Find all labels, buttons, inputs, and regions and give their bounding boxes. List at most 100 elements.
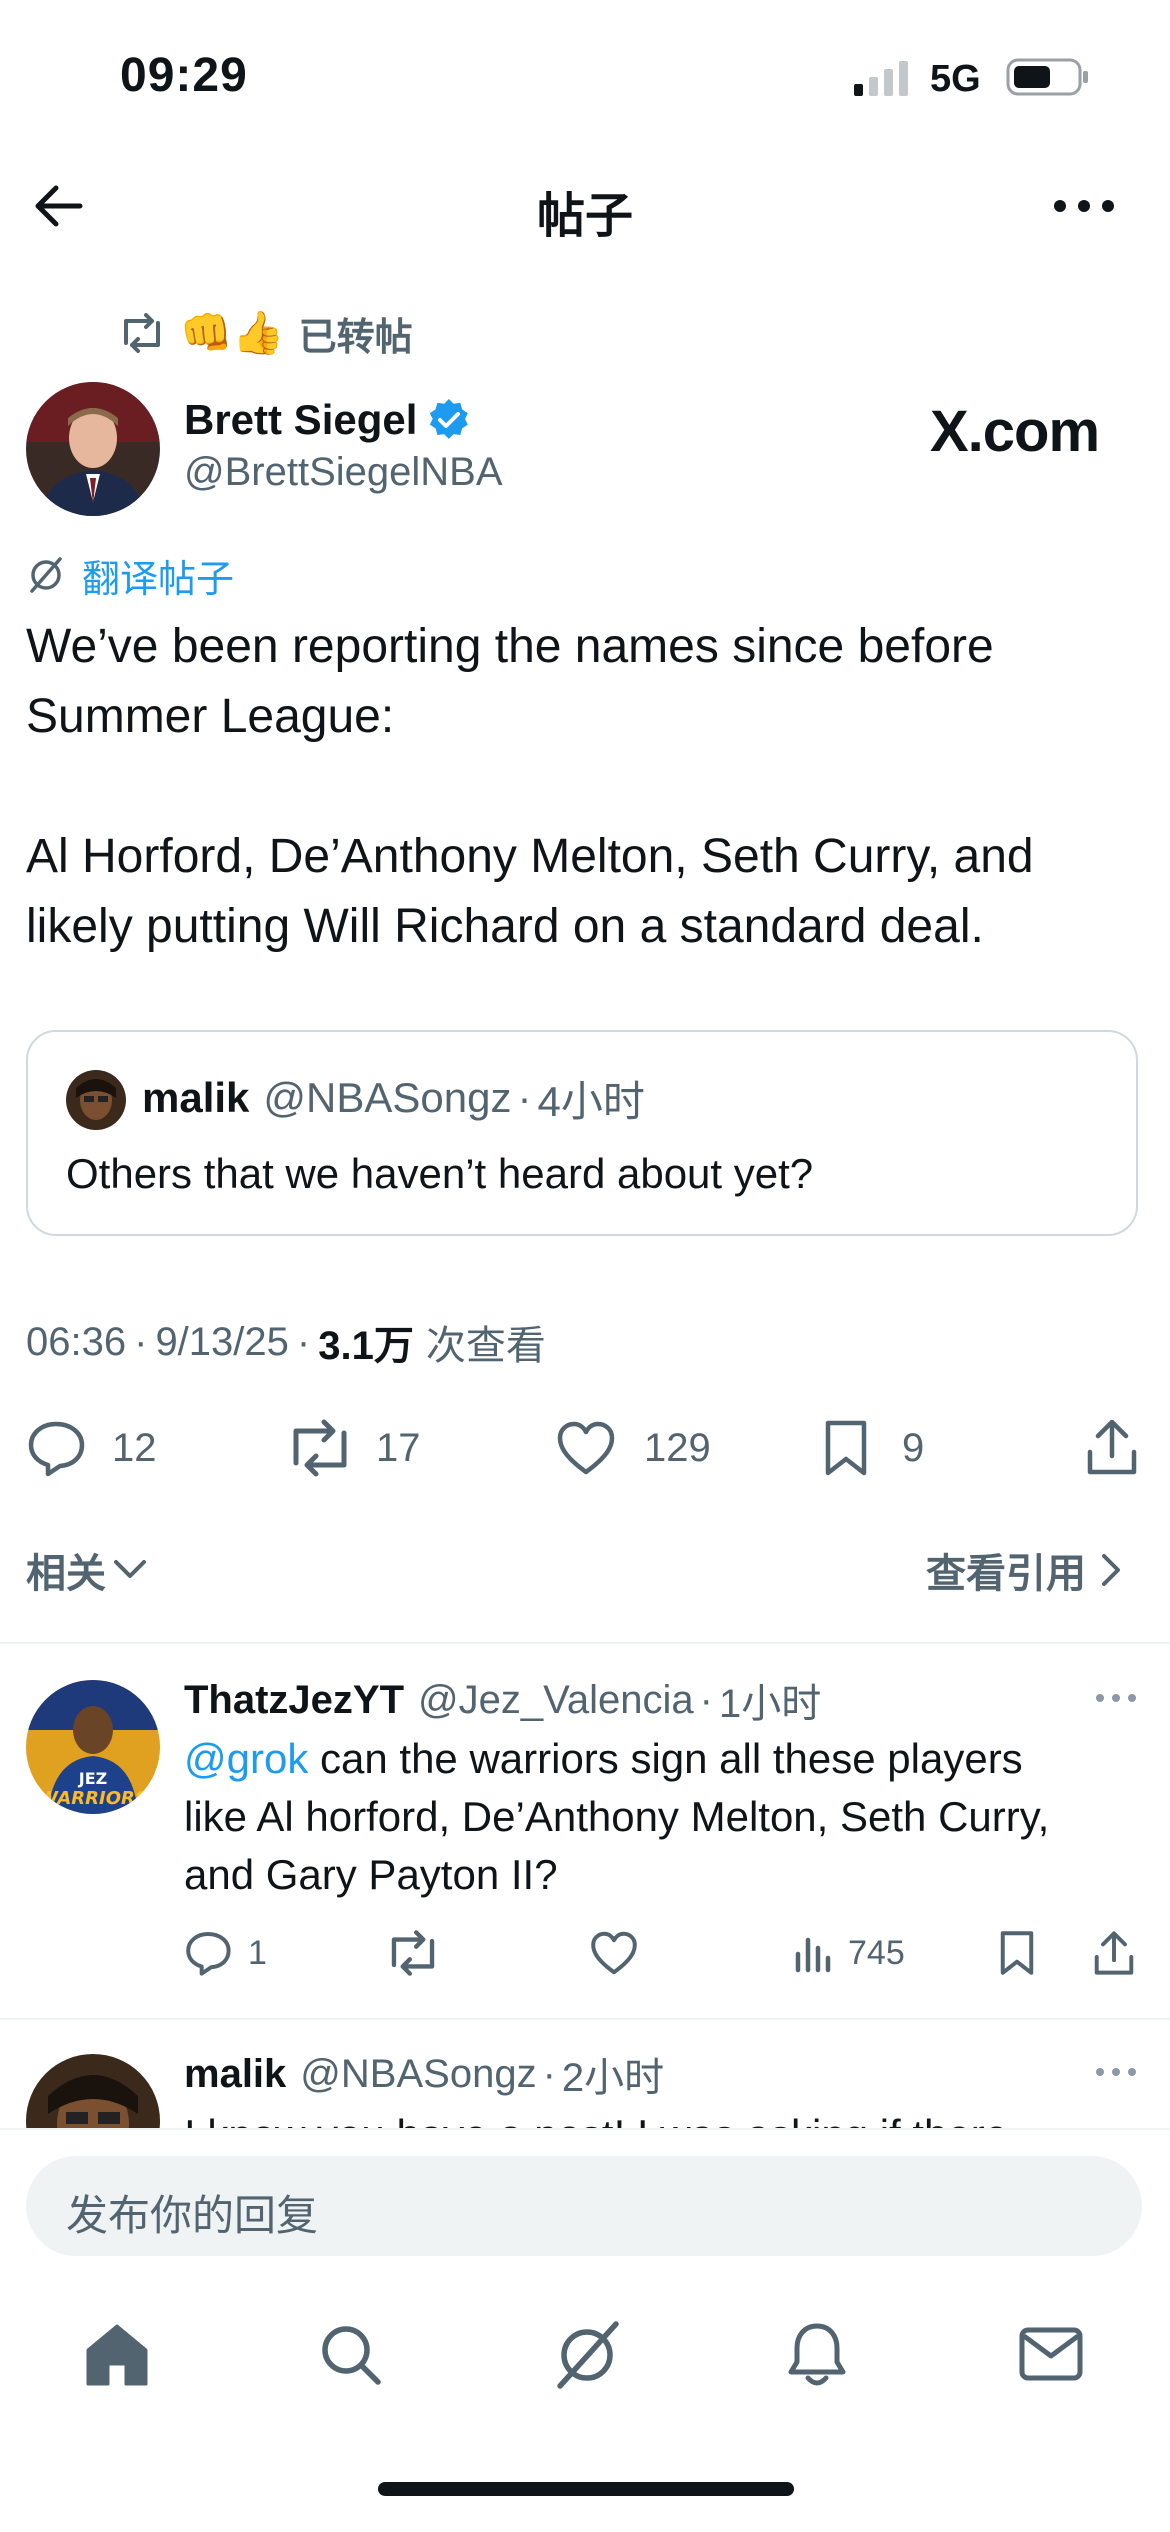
- xcom-watermark: X.com: [930, 399, 1100, 464]
- reply-author[interactable]: ThatzJezYT: [184, 1678, 404, 1723]
- reply-input-placeholder: 发布你的回复: [66, 2192, 319, 2239]
- tab-notifications[interactable]: [786, 2320, 848, 2388]
- reply-dot: ·: [542, 2051, 556, 2096]
- reply-time: 1小时: [718, 1682, 822, 1726]
- grok-icon: [557, 2321, 619, 2389]
- views-icon: [795, 1937, 831, 1973]
- quoted-header: malik @NBASongz · 4小时: [142, 1068, 645, 1128]
- author-name-row[interactable]: Brett Siegel: [184, 392, 471, 448]
- like-action[interactable]: 129: [556, 1418, 711, 1478]
- views-count: 3.1万: [318, 1324, 414, 1368]
- repost-emojis: 👊👍: [180, 308, 285, 356]
- reply-avatar[interactable]: JEZ WARRIORS: [26, 1680, 160, 1814]
- repost-action[interactable]: 17: [286, 1418, 421, 1478]
- home-indicator[interactable]: [378, 2482, 794, 2496]
- reply-view-count: 745: [848, 1933, 905, 1972]
- more-icon: [1054, 200, 1114, 212]
- repost-icon: [293, 1419, 347, 1477]
- author-name: Brett Siegel: [184, 396, 418, 443]
- post-text: We’ve been reporting the names since bef…: [26, 612, 1034, 962]
- meta-dot: ·: [134, 1319, 148, 1364]
- quoted-avatar: [66, 1070, 126, 1130]
- reply-input[interactable]: 发布你的回复: [26, 2156, 1142, 2256]
- reply-reply-action[interactable]: 1: [184, 1930, 267, 1976]
- bookmark-icon: [825, 1420, 867, 1476]
- more-icon: [1096, 1694, 1136, 1702]
- repost-context[interactable]: 👊👍 已转帖: [118, 306, 413, 360]
- reply-handle[interactable]: @Jez_Valencia: [418, 1678, 694, 1723]
- quoted-time: 4小时: [537, 1077, 645, 1125]
- svg-text:WARRIORS: WARRIORS: [38, 1788, 148, 1809]
- quoted-post-card[interactable]: malik @NBASongz · 4小时 Others that we hav…: [26, 1030, 1138, 1236]
- related-label: 相关: [26, 1552, 106, 1596]
- reply-handle[interactable]: @NBASongz: [300, 2052, 536, 2097]
- reply-text-line: @grok can the warriors sign all these pl…: [184, 1730, 1049, 1788]
- chevron-right-icon: [1102, 1554, 1120, 1586]
- reply-text-line: I know you have a post! I was asking if …: [184, 2106, 1008, 2128]
- post-text-line: Summer League:: [26, 690, 395, 743]
- related-dropdown[interactable]: 相关: [26, 1542, 148, 1598]
- reply-more-button[interactable]: [1094, 2064, 1138, 2080]
- chevron-down-icon: [114, 1560, 146, 1578]
- post-text-line: We’ve been reporting the names since bef…: [26, 620, 994, 673]
- post-meta: 06:36 · 9/13/25 · 3.1万 次查看: [26, 1314, 546, 1370]
- reply-views[interactable]: 745: [794, 1930, 905, 1976]
- quoted-handle: @NBASongz: [263, 1074, 512, 1121]
- author-avatar[interactable]: [26, 382, 160, 516]
- repost-icon: [124, 313, 160, 353]
- reply-action[interactable]: 12: [26, 1418, 157, 1478]
- svg-text:JEZ: JEZ: [78, 1769, 107, 1788]
- views-label: 次查看: [425, 1324, 546, 1368]
- meta-dot: ·: [296, 1319, 311, 1364]
- reply-bookmark-action[interactable]: [998, 1930, 1036, 1976]
- verified-icon: [430, 398, 469, 439]
- reply-text-line: and Gary Payton II?: [184, 1851, 558, 1898]
- reply-text-segment: can the warriors sign all these players: [320, 1735, 1023, 1782]
- share-icon: [1094, 1931, 1134, 1975]
- composer-bar: 发布你的回复: [0, 2128, 1170, 2268]
- quoted-dot: ·: [517, 1074, 532, 1121]
- translate-post-link[interactable]: 翻译帖子: [26, 550, 234, 601]
- post-time: 06:36: [26, 1319, 127, 1364]
- reply-like-action[interactable]: [590, 1930, 638, 1976]
- reply-dot: ·: [699, 1677, 713, 1722]
- more-options-button[interactable]: [1052, 192, 1116, 220]
- view-quotes-link[interactable]: 查看引用: [926, 1542, 1124, 1598]
- more-icon: [1096, 2068, 1136, 2076]
- reply-count: 12: [112, 1425, 157, 1470]
- author-handle[interactable]: @BrettSiegelNBA: [184, 450, 503, 495]
- tab-grok[interactable]: [552, 2320, 622, 2390]
- notifications-icon: [788, 2323, 846, 2386]
- reply-header: malik @NBASongz · 2小时: [184, 2046, 664, 2102]
- reply-more-button[interactable]: [1094, 1690, 1138, 1706]
- tab-search[interactable]: [318, 2322, 384, 2388]
- share-button[interactable]: [1084, 1418, 1140, 1476]
- tab-bar: [0, 2266, 1170, 2532]
- like-icon: [557, 1421, 615, 1475]
- post-text-line: likely putting Will Richard on a standar…: [26, 900, 984, 953]
- search-icon: [322, 2326, 381, 2385]
- page-title: 帖子: [536, 190, 633, 243]
- mention-link[interactable]: @grok: [184, 1735, 308, 1782]
- reply-2-clip: malik @NBASongz · 2小时 I know you have a …: [0, 2020, 1170, 2128]
- reply-icon: [28, 1421, 85, 1477]
- like-icon: [591, 1931, 637, 1975]
- repost-count: 17: [376, 1425, 421, 1470]
- reply-repost-action[interactable]: [386, 1930, 440, 1976]
- tab-messages[interactable]: [1018, 2326, 1084, 2382]
- repost-icon: [391, 1930, 435, 1976]
- reply-time: 2小时: [561, 2056, 665, 2100]
- tab-home[interactable]: [84, 2322, 150, 2388]
- reply-avatar[interactable]: [26, 2054, 160, 2128]
- reply-author[interactable]: malik: [184, 2052, 286, 2097]
- reply-icon: [186, 1931, 231, 1976]
- divider: [0, 1642, 1170, 1644]
- bookmark-action[interactable]: 9: [822, 1418, 924, 1478]
- post-date: 9/13/25: [155, 1319, 289, 1364]
- bookmark-count: 9: [902, 1425, 925, 1470]
- quoted-author: malik: [142, 1074, 250, 1121]
- repost-label: 已转帖: [298, 316, 413, 359]
- post-text-line: Al Horford, De’Anthony Melton, Seth Curr…: [26, 830, 1034, 883]
- reply-text-line: like Al horford, De’Anthony Melton, Seth…: [184, 1793, 1050, 1840]
- reply-share-action[interactable]: [1092, 1930, 1136, 1976]
